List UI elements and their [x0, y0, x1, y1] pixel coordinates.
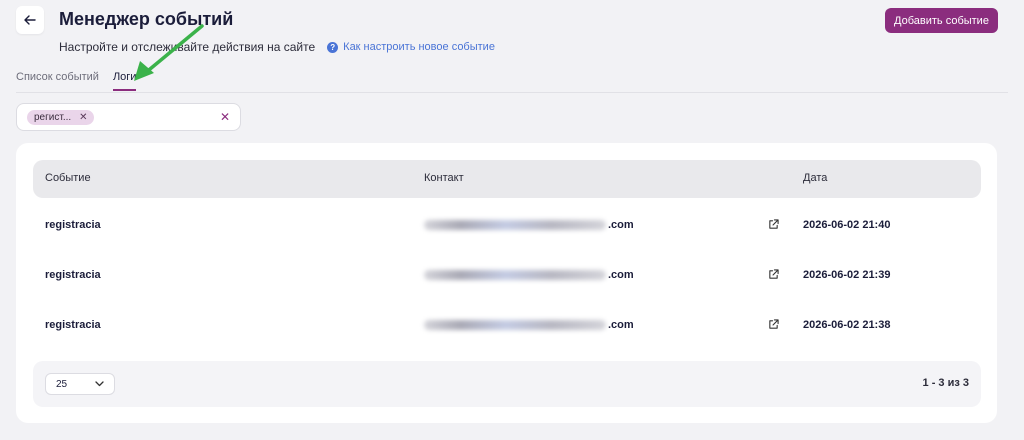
chip-remove-icon[interactable]: ✕	[79, 112, 87, 123]
tabs-divider	[16, 92, 1008, 93]
question-icon: ?	[327, 41, 339, 53]
external-link-icon[interactable]	[768, 269, 779, 280]
back-button[interactable]	[16, 6, 44, 34]
date-cell: 2026-06-02 21:38	[803, 319, 891, 331]
page-subtitle: Настройте и отслеживайте действия на сай…	[59, 40, 495, 54]
help-link[interactable]: ? Как настроить новое событие	[327, 41, 495, 53]
external-link-icon[interactable]	[768, 319, 779, 330]
filter-input[interactable]: регист... ✕ ✕	[16, 103, 241, 131]
chevron-down-icon	[95, 381, 104, 387]
event-cell: registracia	[45, 319, 101, 331]
filter-chip-label: регист...	[34, 111, 72, 123]
external-link-icon[interactable]	[768, 219, 779, 230]
contact-domain: .com	[608, 269, 634, 281]
contact-domain: .com	[608, 319, 634, 331]
add-event-button[interactable]: Добавить событие	[885, 8, 998, 33]
event-cell: registracia	[45, 219, 101, 231]
table-header: Событие Контакт Дата	[33, 160, 981, 198]
events-card: Событие Контакт Дата registracia .com 20…	[16, 143, 997, 423]
pagination-range: 1 - 3 из 3	[922, 377, 969, 389]
arrow-left-icon	[24, 15, 36, 25]
filter-chip: регист... ✕	[27, 109, 94, 125]
contact-cell: .com	[424, 219, 634, 231]
column-date: Дата	[803, 172, 828, 184]
column-contact: Контакт	[424, 172, 464, 184]
clear-filter-icon[interactable]: ✕	[220, 110, 230, 124]
page-size-select[interactable]: 25	[45, 373, 115, 395]
annotation-arrow-icon	[134, 24, 204, 81]
contact-blurred	[424, 270, 606, 280]
event-cell: registracia	[45, 269, 101, 281]
column-event: Событие	[45, 172, 91, 184]
help-link-label: Как настроить новое событие	[343, 41, 495, 53]
contact-blurred	[424, 320, 606, 330]
contact-cell: .com	[424, 269, 634, 281]
date-cell: 2026-06-02 21:40	[803, 219, 891, 231]
table-row: registracia .com 2026-06-02 21:40	[33, 200, 981, 250]
table-row: registracia .com 2026-06-02 21:39	[33, 250, 981, 300]
table-footer: 25 1 - 3 из 3	[33, 361, 981, 407]
contact-cell: .com	[424, 319, 634, 331]
contact-blurred	[424, 220, 606, 230]
table-row: registracia .com 2026-06-02 21:38	[33, 300, 981, 350]
tab-event-list[interactable]: Список событий	[16, 71, 99, 91]
contact-domain: .com	[608, 219, 634, 231]
page-size-value: 25	[56, 378, 68, 390]
date-cell: 2026-06-02 21:39	[803, 269, 891, 281]
tab-bar: Список событий Логи	[16, 71, 137, 91]
